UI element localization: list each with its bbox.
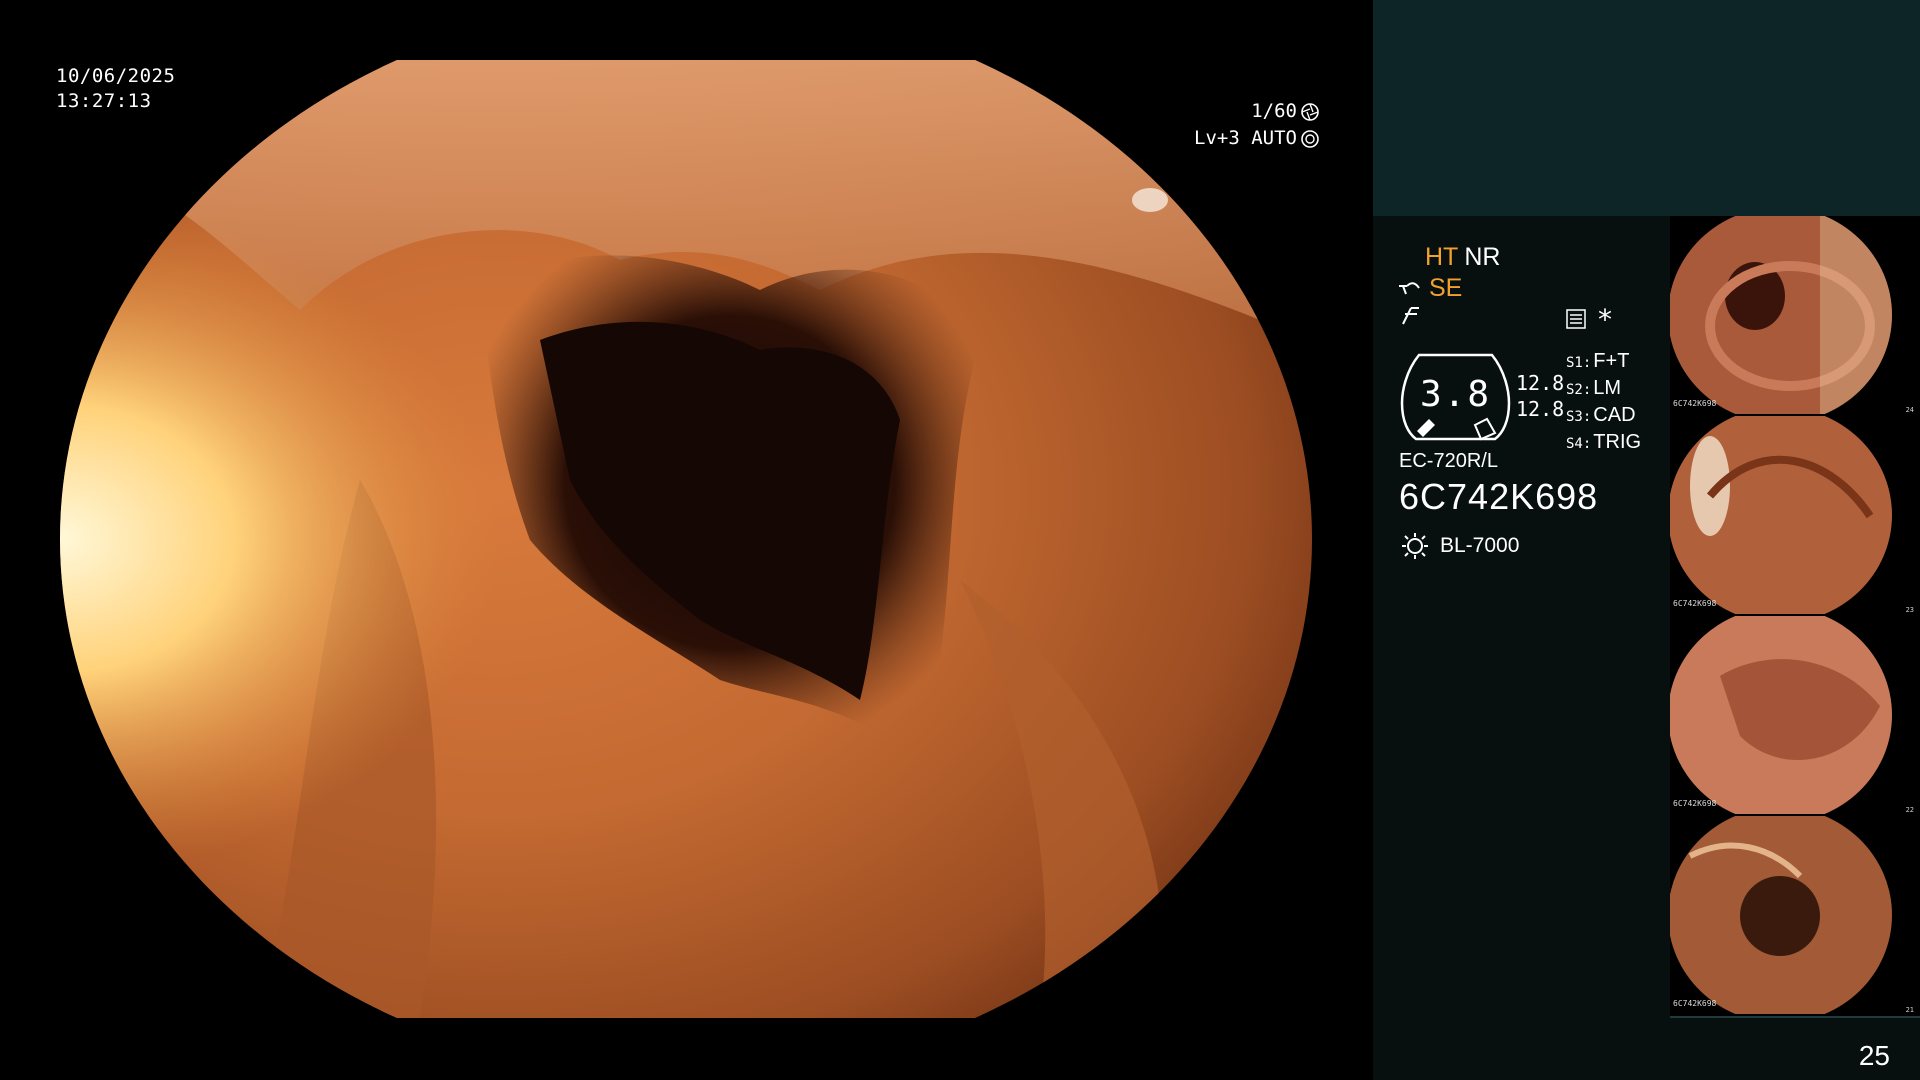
exposure-info: 1/60 Lv+3 AUTO bbox=[1194, 98, 1320, 152]
side-panel-header bbox=[1373, 0, 1920, 216]
settings-menu-icon bbox=[1566, 309, 1586, 329]
slot-row: S3: CAD bbox=[1566, 404, 1636, 426]
thumbnail-tag: 6C742K698 bbox=[1673, 999, 1717, 1008]
thumbnail-number: 23 bbox=[1905, 606, 1914, 614]
slot-row: S2: LM bbox=[1566, 377, 1622, 399]
thumbnail-tag: 6C742K698 bbox=[1673, 799, 1717, 808]
shutter-text: 1/60 bbox=[1251, 100, 1297, 122]
mode-ht: HT bbox=[1425, 243, 1459, 271]
iris-icon bbox=[1301, 129, 1319, 148]
switch-assignments: S1: F+T S2: LM S3: CAD S4: TRIG bbox=[1566, 349, 1641, 457]
thumbnail[interactable]: 6C742K698 23 bbox=[1670, 416, 1920, 618]
slot-row: S1: F+T bbox=[1566, 350, 1630, 372]
gauge-subvalues: 12.8 12.8 bbox=[1516, 370, 1564, 422]
freeze-icon bbox=[1402, 307, 1419, 325]
scope-model: EC-720R/L bbox=[1399, 450, 1498, 472]
slot-row: S4: TRIG bbox=[1566, 431, 1642, 453]
thumbnail-image bbox=[1670, 416, 1892, 614]
thumbnail-number: 24 bbox=[1905, 406, 1914, 414]
light-source-label: BL-7000 bbox=[1440, 534, 1520, 557]
endoscope-image bbox=[60, 60, 1312, 1018]
thumbnail-number: 22 bbox=[1905, 806, 1914, 814]
star-icon: * bbox=[1598, 303, 1612, 336]
thumbnail-number: 21 bbox=[1905, 1006, 1914, 1014]
mode-nr: NR bbox=[1464, 243, 1501, 271]
page-number: 25 bbox=[1858, 1040, 1890, 1071]
gauge-value: 3.8 bbox=[1419, 374, 1492, 415]
gauge-sub-2: 12.8 bbox=[1516, 397, 1565, 421]
thumbnail-tag: 6C742K698 bbox=[1673, 599, 1717, 608]
thumbnail-tag: 6C742K698 bbox=[1673, 399, 1717, 408]
thumbnail[interactable]: 6C742K698 22 bbox=[1670, 616, 1920, 818]
structure-enhancement-icon bbox=[1399, 281, 1420, 294]
scope-serial: 6C742K698 bbox=[1399, 476, 1599, 517]
light-source: BL-7000 bbox=[1400, 531, 1519, 561]
mode-indicators: HT NR SE bbox=[1397, 242, 1500, 326]
time-text: 13:27:13 bbox=[56, 90, 152, 112]
aperture-icon bbox=[1301, 102, 1319, 121]
thumbnail[interactable]: 6C742K698 24 bbox=[1670, 216, 1920, 418]
thumbnail-image bbox=[1670, 616, 1892, 814]
mode-se: SE bbox=[1429, 274, 1463, 302]
date-text: 10/06/2025 bbox=[56, 65, 176, 87]
level-text: Lv+3 AUTO bbox=[1194, 127, 1297, 149]
main-endoscope-view: 10/06/2025 13:27:13 1/60 Lv+3 AUTO bbox=[0, 0, 1372, 1080]
thumbnail-image bbox=[1670, 216, 1892, 414]
timestamp: 10/06/2025 13:27:13 bbox=[56, 64, 175, 114]
thumbnail[interactable]: 6C742K698 21 bbox=[1670, 816, 1920, 1018]
thumbnail-image bbox=[1670, 816, 1892, 1014]
light-icon bbox=[1402, 533, 1428, 559]
gauge-sub-1: 12.8 bbox=[1516, 371, 1565, 395]
